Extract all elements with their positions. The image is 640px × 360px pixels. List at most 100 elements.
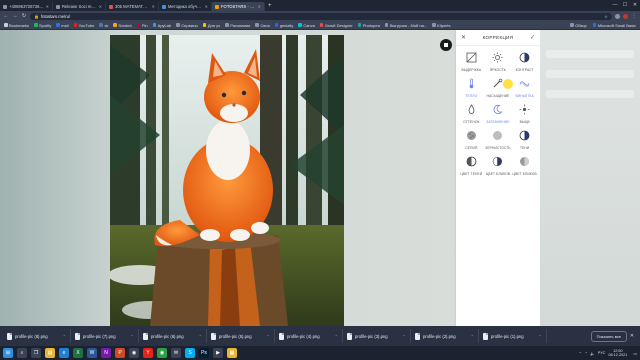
word-icon[interactable]: W	[87, 348, 97, 358]
bookmark-item[interactable]: YouTube	[73, 23, 94, 28]
tool-exposure[interactable]: ВЫДЕРЖКА	[458, 52, 485, 72]
download-item[interactable]: profile-pic (6).png ⌃	[139, 329, 207, 343]
profile-avatar[interactable]	[623, 13, 628, 19]
maximize-button[interactable]: ☐	[620, 0, 630, 11]
bookmark-item[interactable]: Рисование	[225, 23, 250, 28]
bookmark-item[interactable]: Spotify	[34, 23, 51, 28]
browser-tab[interactable]: Методика обучения математи...✕	[159, 2, 212, 11]
tool-highlight-color[interactable]: ЦВЕТ БЛИКОВ	[485, 156, 512, 176]
close-window-button[interactable]: ✕	[630, 0, 640, 11]
reload-icon[interactable]: ↻	[21, 13, 27, 19]
close-icon[interactable]: ✕	[461, 34, 466, 41]
bookmark-item[interactable]: mail	[56, 23, 69, 28]
windows-icon[interactable]: ⊞	[3, 348, 13, 358]
stop-recording-button[interactable]	[440, 39, 452, 51]
bookmark-item[interactable]: ApyLab	[152, 23, 171, 28]
chevron-up-icon[interactable]: ⌃	[539, 334, 542, 339]
browser-tab[interactable]: 305 МАТЕМАТИКА_ОЛ.pdf✕	[106, 2, 159, 11]
minimize-button[interactable]: —	[610, 0, 620, 11]
yandex-icon[interactable]: Y	[143, 348, 153, 358]
notification-icon[interactable]: ▭	[633, 351, 637, 356]
powerpoint-icon[interactable]: P	[115, 348, 125, 358]
bookmark-item[interactable]: Kliperts	[432, 23, 451, 28]
chevron-up-icon[interactable]: ⌃	[131, 334, 134, 339]
chrome-alt-icon[interactable]: ◉	[157, 348, 167, 358]
tool-grain[interactable]: ЗЕРНИСТОСТЬ	[485, 130, 512, 150]
address-bar[interactable]: 🔒 fotostars.me/ru/ ☆	[30, 12, 612, 20]
bookmark-item[interactable]: genially	[274, 23, 293, 28]
tool-shadows[interactable]: ТЕНИ	[511, 130, 538, 150]
language-indicator[interactable]: РУС	[598, 351, 606, 355]
show-all-button[interactable]: Показать все	[590, 330, 627, 342]
photo-canvas[interactable]	[110, 35, 344, 326]
close-tab-icon[interactable]: ✕	[258, 4, 261, 9]
tool-highlight-tone[interactable]: ЦВЕТ БЛИКОВ	[511, 156, 538, 176]
download-item[interactable]: profile-pic (5).png ⌃	[207, 329, 275, 343]
tool-sun[interactable]: ВЫЦВ	[511, 104, 538, 124]
check-icon[interactable]: ✓	[530, 34, 535, 41]
bookmark-item[interactable]: Pin	[136, 23, 148, 28]
browser-tab[interactable]: Release Soci release 21.12.06 (in ...✕	[53, 2, 106, 11]
close-tab-icon[interactable]: ✕	[205, 4, 208, 9]
bookmark-item[interactable]: Для уч	[202, 23, 220, 28]
explorer-icon[interactable]: ▤	[45, 348, 55, 358]
bookmark-item[interactable]: Scratch	[113, 23, 132, 28]
bookmark-item[interactable]: vk	[99, 23, 108, 28]
download-item[interactable]: profile-pic (8).png ⌃	[3, 329, 71, 343]
forward-icon[interactable]: →	[12, 13, 18, 19]
photoshop-icon[interactable]: Ps	[199, 348, 209, 358]
bookmark-item[interactable]: Gravit Designer	[319, 23, 353, 28]
chevron-up-icon[interactable]: ⌃	[471, 334, 474, 339]
tool-shadow-color[interactable]: ЦВЕТ ТЕНЕЙ	[458, 156, 485, 176]
media-icon[interactable]: ▶	[213, 348, 223, 358]
new-tab-button[interactable]: +	[265, 2, 275, 11]
tool-warmth[interactable]: ТЕПЛО	[458, 78, 485, 98]
search-icon[interactable]: ⌕	[17, 348, 27, 358]
back-icon[interactable]: ←	[3, 13, 9, 19]
network-icon[interactable]: ◔	[585, 351, 587, 355]
tool-fade[interactable]: ЗАТЕМНЕНИЕ	[485, 104, 512, 124]
edge-icon[interactable]: e	[59, 348, 69, 358]
mail-icon[interactable]: ✉	[171, 348, 181, 358]
tool-contrast[interactable]: КОНТРАСТ	[511, 52, 538, 72]
bookmark-item[interactable]: Своя	[255, 23, 270, 28]
download-item[interactable]: profile-pic (1).png ⌃	[479, 329, 547, 343]
star-icon[interactable]: ☆	[604, 14, 608, 19]
download-item[interactable]: profile-pic (7).png ⌃	[71, 329, 139, 343]
close-tab-icon[interactable]: ✕	[46, 4, 49, 9]
close-tab-icon[interactable]: ✕	[152, 4, 155, 9]
taskview-icon[interactable]: ❐	[31, 348, 41, 358]
chevron-up-icon[interactable]: ⌃	[403, 334, 406, 339]
extension-icon[interactable]	[615, 13, 620, 19]
bookmark-item[interactable]: Photopea	[357, 23, 380, 28]
bookmark-item[interactable]: Canva	[298, 23, 315, 28]
tool-sepia[interactable]: СЕПИЯ	[458, 130, 485, 150]
browser-tab[interactable]: +40696372673696742057611✕	[0, 2, 53, 11]
tool-brightness[interactable]: ЯРКОСТЬ	[485, 52, 512, 72]
excel-icon[interactable]: X	[73, 348, 83, 358]
close-shelf-icon[interactable]: ✕	[627, 333, 637, 339]
chevron-up-icon[interactable]: ⌃	[63, 334, 66, 339]
chevron-up-icon[interactable]: ⌃	[579, 351, 582, 356]
chrome-icon[interactable]: ◉	[129, 348, 139, 358]
onenote-icon[interactable]: N	[101, 348, 111, 358]
volume-icon[interactable]: 🔈	[590, 351, 595, 356]
skype-icon[interactable]: S	[185, 348, 195, 358]
download-item[interactable]: profile-pic (4).png ⌃	[275, 329, 343, 343]
chevron-up-icon[interactable]: ⌃	[335, 334, 338, 339]
bookmark-item[interactable]: Microsoft Small Basic	[592, 23, 636, 28]
download-item[interactable]: profile-pic (2).png ⌃	[411, 329, 479, 343]
browser-tab[interactable]: FOTOSTARS - Фоторедактор о...✕	[212, 2, 265, 11]
clock[interactable]: 12:50 08.12.2021	[608, 349, 627, 358]
tool-vignette[interactable]: ВИНЬЕТКА	[511, 78, 538, 98]
bookmark-item[interactable]: Обзор	[570, 23, 587, 28]
bookmark-item[interactable]: Сервисы	[176, 23, 198, 28]
chevron-up-icon[interactable]: ⌃	[199, 334, 202, 339]
download-item[interactable]: profile-pic (3).png ⌃	[343, 329, 411, 343]
folder-icon[interactable]: ▦	[227, 348, 237, 358]
close-tab-icon[interactable]: ✕	[99, 4, 102, 9]
tool-tint[interactable]: ОТТЕНОК	[458, 104, 485, 124]
menu-icon[interactable]: ⋮	[631, 13, 637, 19]
bookmark-item[interactable]: Bookmarks	[4, 23, 29, 28]
chevron-up-icon[interactable]: ⌃	[267, 334, 270, 339]
